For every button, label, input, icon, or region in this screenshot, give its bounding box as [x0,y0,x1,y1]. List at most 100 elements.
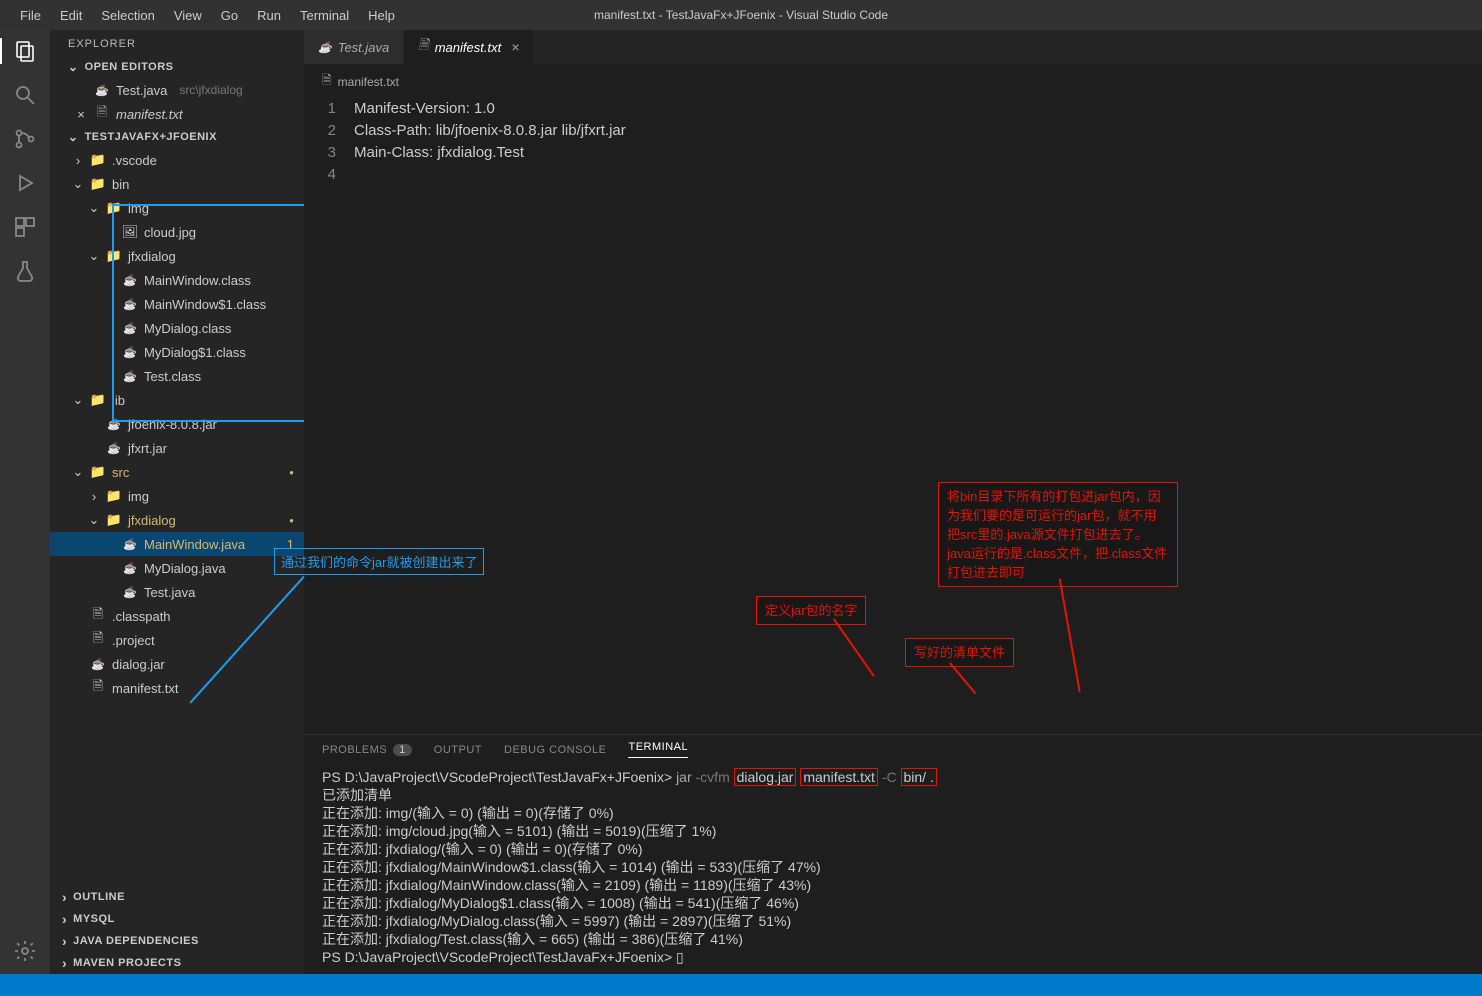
panel-tab-label: PROBLEMS [322,744,387,756]
folder-icon: 📁 [106,200,122,216]
tree-label: MainWindow.class [144,273,251,288]
tab-Test-java[interactable]: ☕Test.java [304,30,404,64]
menu-go[interactable]: Go [213,4,246,27]
explorer-icon[interactable] [0,38,48,64]
search-icon[interactable] [12,82,38,108]
tree-item[interactable]: 🖼cloud.jpg [50,220,304,244]
tree-item[interactable]: 🗎manifest.txt [50,676,304,700]
tree-item[interactable]: 🗎.project [50,628,304,652]
tree-label: MainWindow$1.class [144,297,266,312]
tree-folder[interactable]: ⌄ 📁 img [50,196,304,220]
panel-tab-terminal[interactable]: TERMINAL [628,741,688,758]
twisty-icon: › [88,489,100,504]
java-icon: ☕ [122,344,138,360]
tree-folder[interactable]: ⌄📁jfxdialog● [50,508,304,532]
tree-item[interactable]: ☕MainWindow.class [50,268,304,292]
java-icon: ☕ [90,656,106,672]
section-mysql[interactable]: MYSQL [50,908,304,930]
folder-icon: 📁 [106,512,122,528]
tree-item[interactable]: ☕MainWindow$1.class [50,292,304,316]
file-icon: 🗎 [90,632,106,648]
menu-help[interactable]: Help [360,4,403,27]
tree-item[interactable]: ☕jfoenix-8.0.8.jar [50,412,304,436]
settings-icon[interactable] [12,938,38,964]
scm-icon[interactable] [12,126,38,152]
open-editors-header[interactable]: OPEN EDITORS [50,56,304,78]
tree-label: MyDialog.class [144,321,231,336]
extensions-icon[interactable] [12,214,38,240]
twisty-icon: ⌄ [88,248,100,264]
tree-folder[interactable]: ⌄📁jfxdialog [50,244,304,268]
tree-label: MyDialog.java [144,561,226,576]
java-icon: ☕ [122,536,138,552]
java-icon: ☕ [106,440,122,456]
twisty-icon: ⌄ [88,200,100,216]
breadcrumb[interactable]: 🗎 manifest.txt [304,65,1482,98]
annotation-bin: 将bin目录下所有的打包进jar包内，因为我们要的是可运行的jar包，就不用把s… [938,482,1178,587]
panel: PROBLEMS 1 OUTPUT DEBUG CONSOLE TERMINAL PS … [304,734,1482,974]
editor-tabs: ☕Test.java🗎manifest.txt× [304,30,1482,65]
terminal-output[interactable]: PS D:\JavaProject\VScodeProject\TestJava… [304,768,1482,974]
badge: 1 [393,744,412,756]
tree-label: jfxdialog [128,249,176,264]
tree-folder[interactable]: ⌄📁lib [50,388,304,412]
open-editor-item[interactable]: ×🗎manifest.txt [50,102,304,126]
tree-folder[interactable]: ⌄📁src● [50,460,304,484]
code-lines[interactable]: Manifest-Version: 1.0Class-Path: lib/jfo… [354,98,1482,186]
code-area[interactable]: 1234 Manifest-Version: 1.0Class-Path: li… [304,98,1482,186]
tree-item[interactable]: ☕dialog.jar [50,652,304,676]
tree-item[interactable]: ☕Test.class [50,364,304,388]
menu-bar: FileEditSelectionViewGoRunTerminalHelp [0,4,403,27]
tree-folder[interactable]: ›📁.vscode [50,148,304,172]
activity-bar [0,30,50,974]
window-title: manifest.txt - TestJavaFx+JFoenix - Visu… [594,8,888,22]
twisty-icon: › [72,153,84,168]
tab-manifest-txt[interactable]: 🗎manifest.txt× [404,30,534,64]
tree-label: MyDialog$1.class [144,345,246,360]
menu-terminal[interactable]: Terminal [292,4,357,27]
test-icon[interactable] [12,258,38,284]
menu-run[interactable]: Run [249,4,289,27]
java-icon: ☕ [122,368,138,384]
breadcrumb-label: manifest.txt [338,75,399,89]
img-icon: 🖼 [122,224,138,240]
java-icon: ☕ [122,320,138,336]
tree-item[interactable]: ☕ MyDialog.class [50,316,304,340]
tree-folder[interactable]: ›📁img [50,484,304,508]
tree-item[interactable]: ☕Test.java [50,580,304,604]
java-icon: ☕ [106,416,122,432]
file-icon: 🗎 [90,608,106,624]
menu-view[interactable]: View [166,4,210,27]
panel-tab-problems[interactable]: PROBLEMS 1 [322,741,412,758]
debug-icon[interactable] [12,170,38,196]
menu-file[interactable]: File [12,4,49,27]
section-outline[interactable]: OUTLINE [50,886,304,908]
tree-label: img [128,201,149,216]
section-maven-projects[interactable]: MAVEN PROJECTS [50,952,304,974]
tree-label: jfxrt.jar [128,441,167,456]
file-icon: 🗎 [90,680,106,696]
tree-item[interactable]: ☕ jfxrt.jar [50,436,304,460]
menu-edit[interactable]: Edit [52,4,90,27]
open-editor-item[interactable]: ☕Test.javasrc\jfxdialog [50,78,304,102]
tree-item[interactable]: ☕MyDialog.java [50,556,304,580]
panel-tab-debug-console[interactable]: DEBUG CONSOLE [504,741,606,758]
file-label: manifest.txt [116,107,182,122]
panel-tab-output[interactable]: OUTPUT [434,741,482,758]
tree-folder[interactable]: ⌄📁bin [50,172,304,196]
section-java-dependencies[interactable]: JAVA DEPENDENCIES [50,930,304,952]
tree-label: MainWindow.java [144,537,245,552]
close-icon[interactable]: × [511,39,519,55]
tree-item[interactable]: ☕MainWindow.java 1 [50,532,304,556]
project-header[interactable]: TESTJAVAFX+JFOENIX [50,126,304,148]
panel-tabs: PROBLEMS 1 OUTPUT DEBUG CONSOLE TERMINAL [304,735,1482,768]
twisty-icon: ⌄ [72,392,84,408]
menu-selection[interactable]: Selection [93,4,162,27]
title-bar: FileEditSelectionViewGoRunTerminalHelp m… [0,0,1482,30]
tree-label: jfxdialog [128,513,176,528]
close-icon[interactable]: × [74,107,88,122]
file-icon: 🗎 [322,71,332,92]
tree-item[interactable]: ☕ MyDialog$1.class [50,340,304,364]
folder-icon: 📁 [90,464,106,480]
tab-label: Test.java [338,40,390,55]
